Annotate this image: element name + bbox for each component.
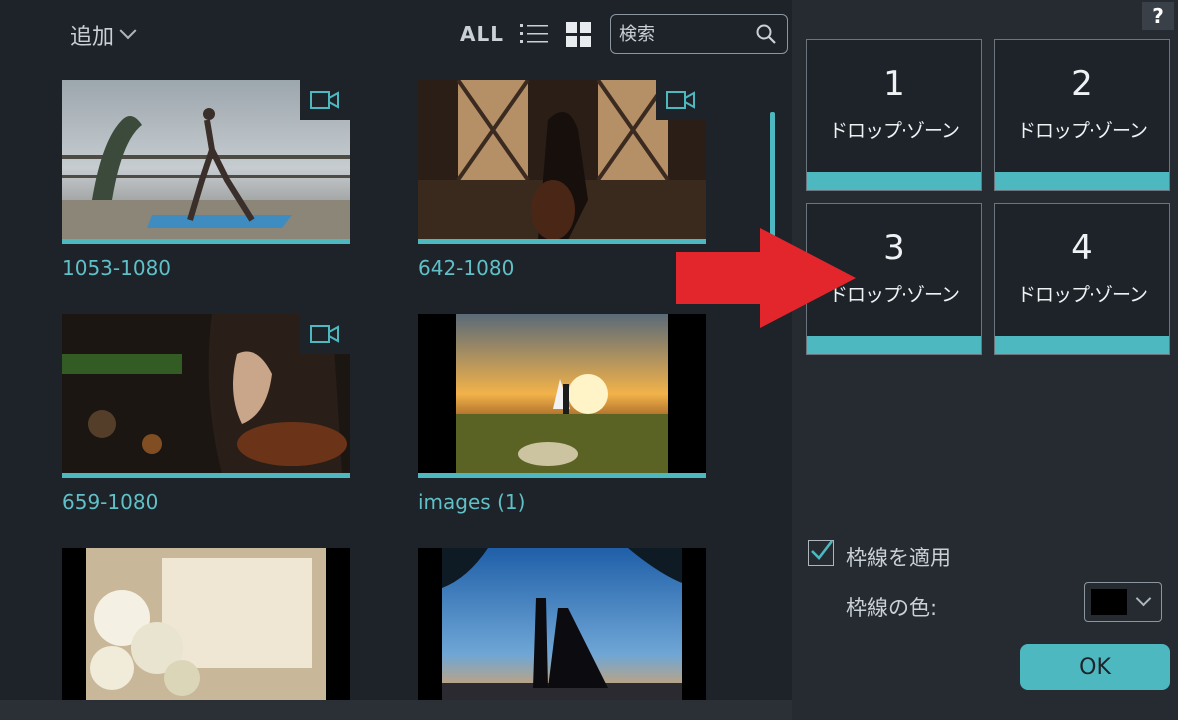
red-arrow-icon [676,228,856,328]
media-tile[interactable] [418,314,706,478]
media-tile[interactable] [418,548,706,700]
drop-zone-number: 2 [1071,64,1093,104]
tile-accent-bar [62,239,350,244]
border-color-swatch [1091,589,1127,615]
media-tile[interactable] [62,80,350,244]
border-color-picker[interactable] [1084,582,1162,622]
tile-accent-bar [418,239,706,244]
help-button[interactable]: ? [1142,2,1174,30]
drop-zone-accent-bar [995,172,1169,190]
drop-zone-accent-bar [807,336,981,354]
tile-accent-bar [418,473,706,478]
media-tile-label: 659-1080 [62,490,159,514]
chevron-down-icon [1135,590,1152,607]
checkmark-icon [811,540,834,560]
video-camera-icon [666,91,695,109]
media-tile[interactable] [418,80,706,244]
drop-zone-label: ドロップ·ゾーン [1016,120,1148,142]
media-tile-label: images (1) [418,490,526,514]
filter-all-button[interactable]: ALL [460,22,504,46]
drop-zone-number: 4 [1071,228,1093,268]
tile-accent-bar [62,473,350,478]
grid-view-icon[interactable] [566,22,592,48]
media-library-panel: 追加 ALL 検索 1053-1080 642-1080 659-1080 im… [0,0,792,700]
add-button[interactable]: 追加 [70,20,137,50]
image-thumbnail [418,314,706,474]
drop-zone-1[interactable]: 1 ドロップ·ゾーン [806,39,982,191]
video-type-badge [300,80,350,120]
image-thumbnail [418,548,706,700]
media-tile[interactable] [62,314,350,478]
list-view-icon[interactable] [520,22,548,46]
video-camera-icon [310,325,339,343]
video-type-badge [656,80,706,120]
video-type-badge [300,314,350,354]
drop-zone-2[interactable]: 2 ドロップ·ゾーン [994,39,1170,191]
apply-border-label: 枠線を適用 [846,546,951,570]
border-color-label: 枠線の色: [846,596,938,620]
media-tile[interactable] [62,548,350,700]
add-label: 追加 [70,25,115,50]
video-camera-icon [310,91,339,109]
drop-zone-4[interactable]: 4 ドロップ·ゾーン [994,203,1170,355]
media-tile-label: 642-1080 [418,256,515,280]
search-box[interactable] [610,14,788,54]
search-input[interactable] [617,22,751,46]
apply-border-checkbox[interactable] [808,540,834,566]
ok-button[interactable]: OK [1020,644,1170,690]
status-strip [0,700,792,720]
drop-zone-accent-bar [995,336,1169,354]
image-thumbnail [62,548,350,700]
drop-zone-accent-bar [807,172,981,190]
chevron-down-icon [119,22,137,40]
drop-zone-label: ドロップ·ゾーン [828,120,960,142]
drop-zone-number: 1 [883,64,905,104]
media-tile-label: 1053-1080 [62,256,172,280]
search-icon[interactable] [755,23,777,45]
drop-zone-label: ドロップ·ゾーン [1016,284,1148,306]
